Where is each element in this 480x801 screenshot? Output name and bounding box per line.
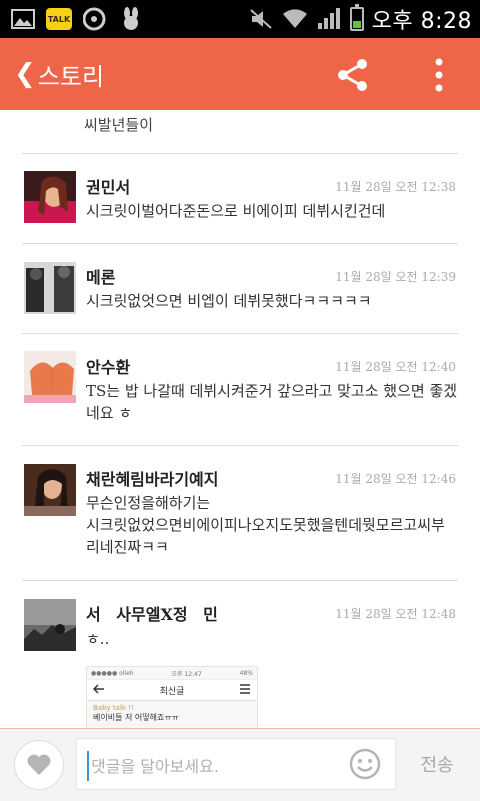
attachment-post: Baby talk !! 베이비들 저 어떻해죠ㅠㅠ [93, 704, 180, 722]
comment-author[interactable]: 안수환 [86, 354, 130, 378]
battery-icon [349, 4, 364, 31]
share-icon[interactable] [334, 56, 372, 94]
smiley-icon[interactable] [348, 747, 382, 781]
comment-text: 시크릿이벌어다준돈으로 비에이피 데뷔시킨건데 [86, 202, 386, 220]
comment-text: 시크릿없엇으면 비엡이 데뷔못했다ㅋㅋㅋㅋㅋ [86, 292, 372, 310]
comment-time: 11월 28일 오전 12:48 [335, 607, 456, 621]
wifi-icon [282, 8, 308, 30]
status-bar: TALK 오후 8:28 [0, 0, 480, 38]
comment-text: 무슨인정을해하기는 시크릿없었으면비에이피나오지도못했을텐데뭣모르고씨부리네진짜… [86, 494, 445, 556]
comment-text: ㅎ.. [86, 630, 110, 648]
avatar[interactable] [24, 351, 76, 403]
divider [22, 243, 458, 244]
header-title: 스토리 [37, 62, 105, 91]
partial-comment-text: 씨발년들이 [84, 116, 154, 134]
divider [22, 580, 458, 581]
avatar[interactable] [24, 171, 76, 223]
comment-time: 11월 28일 오전 12:40 [335, 360, 456, 374]
comment-author[interactable]: 권민서 [86, 174, 130, 198]
comment-attachment-image[interactable]: ●●●●● olleh 오후 12:47 48% 최신글 Baby talk !… [86, 666, 258, 728]
avatar[interactable] [24, 599, 76, 651]
kakaotalk-icon: TALK [46, 8, 72, 30]
divider [22, 445, 458, 446]
music-disc-icon [82, 7, 108, 31]
comment-time: 11월 28일 오전 12:39 [335, 270, 456, 284]
status-time: 오후 8:28 [371, 9, 472, 34]
comment-author[interactable]: 채란혜림바라기예지 [86, 466, 218, 490]
gallery-icon [10, 8, 36, 30]
comment-author[interactable]: 메론 [86, 264, 115, 288]
comment-time: 11월 28일 오전 12:46 [335, 472, 456, 486]
comment-text: TS는 밥 나갈때 데뷔시켜준거 갚으라고 맞고소 했으면 좋겠네요 ㅎ [86, 382, 458, 422]
arrow-left-icon [92, 683, 105, 697]
menu-icon [239, 683, 251, 697]
app-header: ❮ 스토리 [0, 38, 480, 110]
signal-icon [316, 8, 342, 30]
rabbit-app-icon [118, 7, 144, 30]
like-button[interactable] [14, 740, 64, 790]
comment-author[interactable]: 서 사무엘X정 민 [86, 601, 218, 625]
comment-input-bar: 전송 [0, 728, 480, 801]
divider [22, 153, 458, 154]
attachment-title-bar: 최신글 [87, 680, 257, 701]
comment-input[interactable] [87, 751, 343, 781]
comment-list[interactable]: 씨발년들이 권민서 11월 28일 오전 12:38 시크릿이벌어다준돈으로 비… [0, 110, 480, 728]
heart-icon [27, 754, 51, 775]
send-button[interactable]: 전송 [412, 747, 462, 781]
mute-icon [248, 8, 274, 30]
divider [22, 333, 458, 334]
avatar[interactable] [24, 464, 76, 516]
comment-time: 11월 28일 오전 12:38 [335, 180, 456, 194]
chevron-left-icon: ❮ [14, 59, 36, 89]
avatar[interactable] [24, 262, 76, 314]
more-vertical-icon[interactable] [424, 56, 454, 94]
attachment-status-bar: ●●●●● olleh 오후 12:47 48% [87, 667, 257, 680]
back-button[interactable]: ❮ 스토리 [0, 38, 104, 110]
